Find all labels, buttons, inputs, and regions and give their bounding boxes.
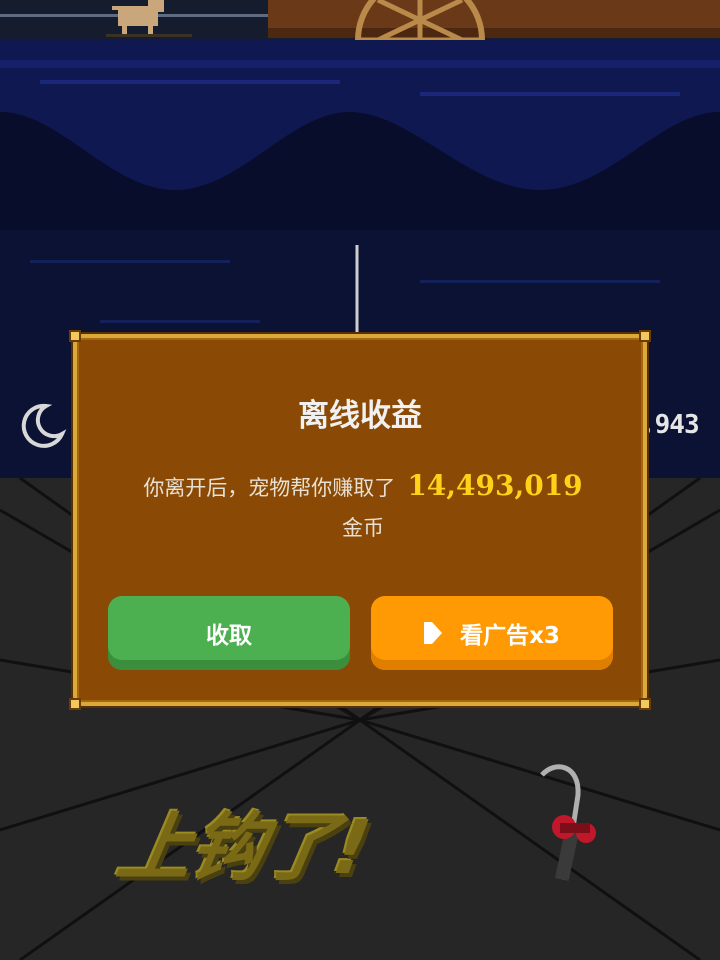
fishing-rod-icon [540,764,596,881]
moon-icon[interactable] [16,400,68,452]
play-icon [424,622,443,644]
dialog-message: 你离开后，宠物帮你赚取了 14,493,019 金币 [113,466,613,548]
coin-counter: ,943 [640,410,700,440]
message-text: 你离开后，宠物帮你赚取了 [143,476,396,500]
dialog-corner [69,330,81,342]
offline-earnings-dialog: 离线收益 你离开后，宠物帮你赚取了 14,493,019 金币 收取 看广告x3 [69,330,651,710]
watch-ad-button[interactable]: 看广告x3 [371,596,613,670]
dialog-corner [639,330,651,342]
collect-button[interactable]: 收取 [108,596,350,670]
dialog-corner [639,698,651,710]
hooked-banner: 上钩了! [111,805,375,891]
currency-label: 金币 [342,516,384,540]
earned-amount: 14,493,019 [407,469,583,502]
dialog-title: 离线收益 [298,398,422,434]
watch-ad-button-label: 看广告x3 [460,623,560,649]
dialog-corner [69,698,81,710]
collect-button-label: 收取 [206,623,252,649]
